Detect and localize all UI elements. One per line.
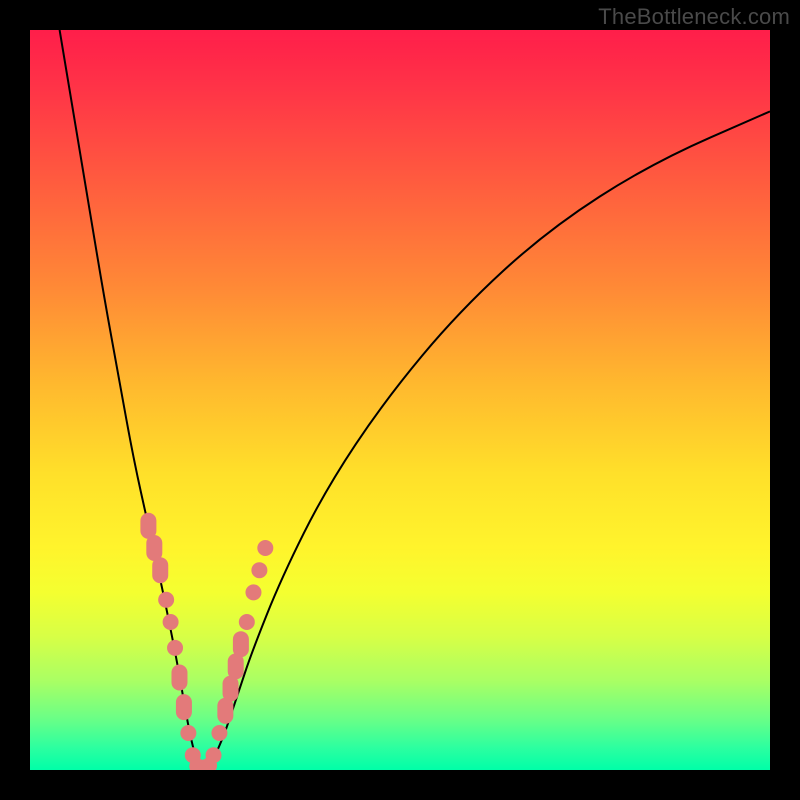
bead: [146, 535, 162, 561]
bead: [152, 557, 168, 583]
bead-markers: [140, 513, 273, 770]
bead: [217, 698, 233, 724]
bead: [176, 694, 192, 720]
bead: [171, 665, 187, 691]
bead: [223, 676, 239, 702]
bottleneck-curve: [30, 30, 770, 770]
bead: [228, 653, 244, 679]
bead: [257, 540, 273, 556]
bead: [167, 640, 183, 656]
bead: [251, 562, 267, 578]
bead: [211, 725, 227, 741]
curve-path: [60, 30, 770, 770]
bead: [245, 584, 261, 600]
bead: [140, 513, 156, 539]
bead: [239, 614, 255, 630]
watermark-text: TheBottleneck.com: [598, 4, 790, 30]
bead: [158, 592, 174, 608]
bead: [163, 614, 179, 630]
bead: [180, 725, 196, 741]
bead: [233, 631, 249, 657]
plot-area: [30, 30, 770, 770]
